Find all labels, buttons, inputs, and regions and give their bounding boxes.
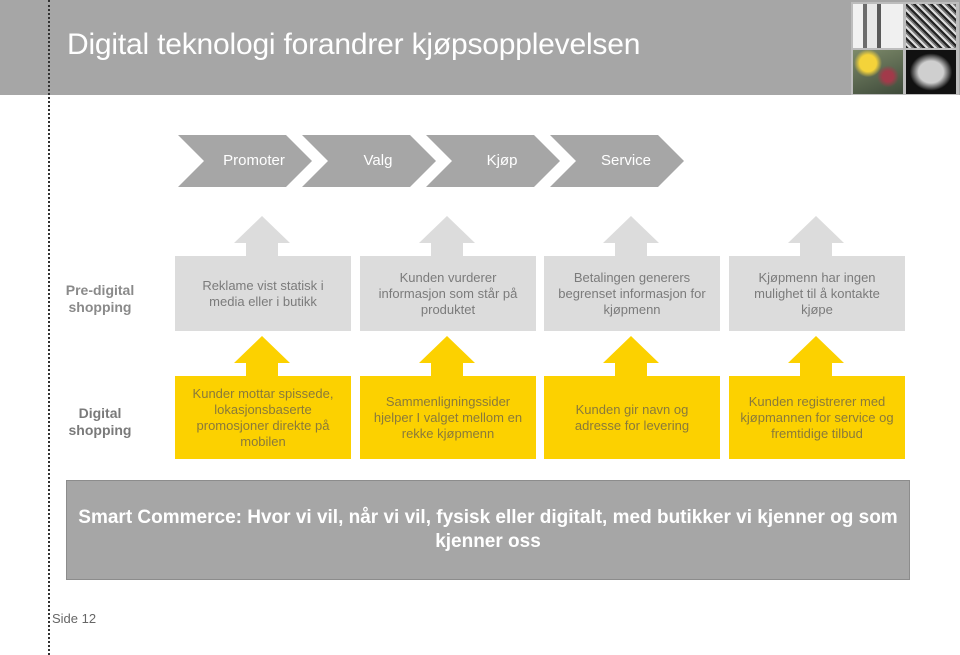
stage-label: Valg <box>363 152 393 169</box>
banner-text: Smart Commerce: Hvor vi vil, når vi vil,… <box>78 507 898 552</box>
yellow-up-arrow-icon <box>603 336 659 376</box>
row-label-digital: Digital shopping <box>68 405 132 438</box>
stage-label: Service <box>600 152 652 169</box>
grey-up-arrow-icon <box>234 216 290 256</box>
digital-kjop-box: Kunden gir navn og adresse for levering <box>544 376 720 459</box>
slide-title: Digital teknologi forandrer kjøpsoppleve… <box>67 28 641 61</box>
chevron-stage-service: Service <box>550 135 684 187</box>
pre-digital-kjop-box: Betalingen generers begrenset informasjo… <box>544 256 720 331</box>
grey-up-arrow-icon <box>788 216 844 256</box>
stage-label: Promoter <box>223 152 285 169</box>
digital-service-box: Kunden registrerer med kjøpmannen for se… <box>729 376 905 459</box>
header-photo-collage <box>851 2 959 95</box>
dotted-margin-line <box>48 0 50 655</box>
pre-digital-service-box: Kjøpmenn har ingen mulighet til å kontak… <box>729 256 905 331</box>
chevron-stage-promoter: Promoter <box>178 135 312 187</box>
chevron-stage-valg: Valg <box>302 135 436 187</box>
grey-up-arrow-icon <box>603 216 659 256</box>
pre-digital-valg-box: Kunden vurderer informasjon som står på … <box>360 256 536 331</box>
grey-up-arrow-icon <box>419 216 475 256</box>
slide-header: Digital teknologi forandrer kjøpsoppleve… <box>0 0 960 95</box>
tunnel-grid-photo <box>906 50 956 94</box>
architecture-columns-photo <box>853 4 903 48</box>
smart-commerce-banner: Smart Commerce: Hvor vi vil, når vi vil,… <box>66 480 910 580</box>
yellow-up-arrow-icon <box>419 336 475 376</box>
abstract-texture-photo <box>906 4 956 48</box>
yellow-up-arrow-icon <box>234 336 290 376</box>
pre-digital-promoter-box: Reklame vist statisk i media eller i but… <box>175 256 351 331</box>
digital-valg-box: Sammenligningssider hjelper I valget mel… <box>360 376 536 459</box>
page-number: Side 12 <box>52 611 97 626</box>
row-label-pre-digital: Pre-digital shopping <box>65 282 135 315</box>
digital-promoter-box: Kunder mottar spissede, lokasjonsbaserte… <box>175 376 351 459</box>
chevron-stage-kjop: Kjøp <box>426 135 560 187</box>
yellow-up-arrow-icon <box>788 336 844 376</box>
stage-label: Kjøp <box>486 152 518 169</box>
cyclists-photo <box>853 50 903 94</box>
